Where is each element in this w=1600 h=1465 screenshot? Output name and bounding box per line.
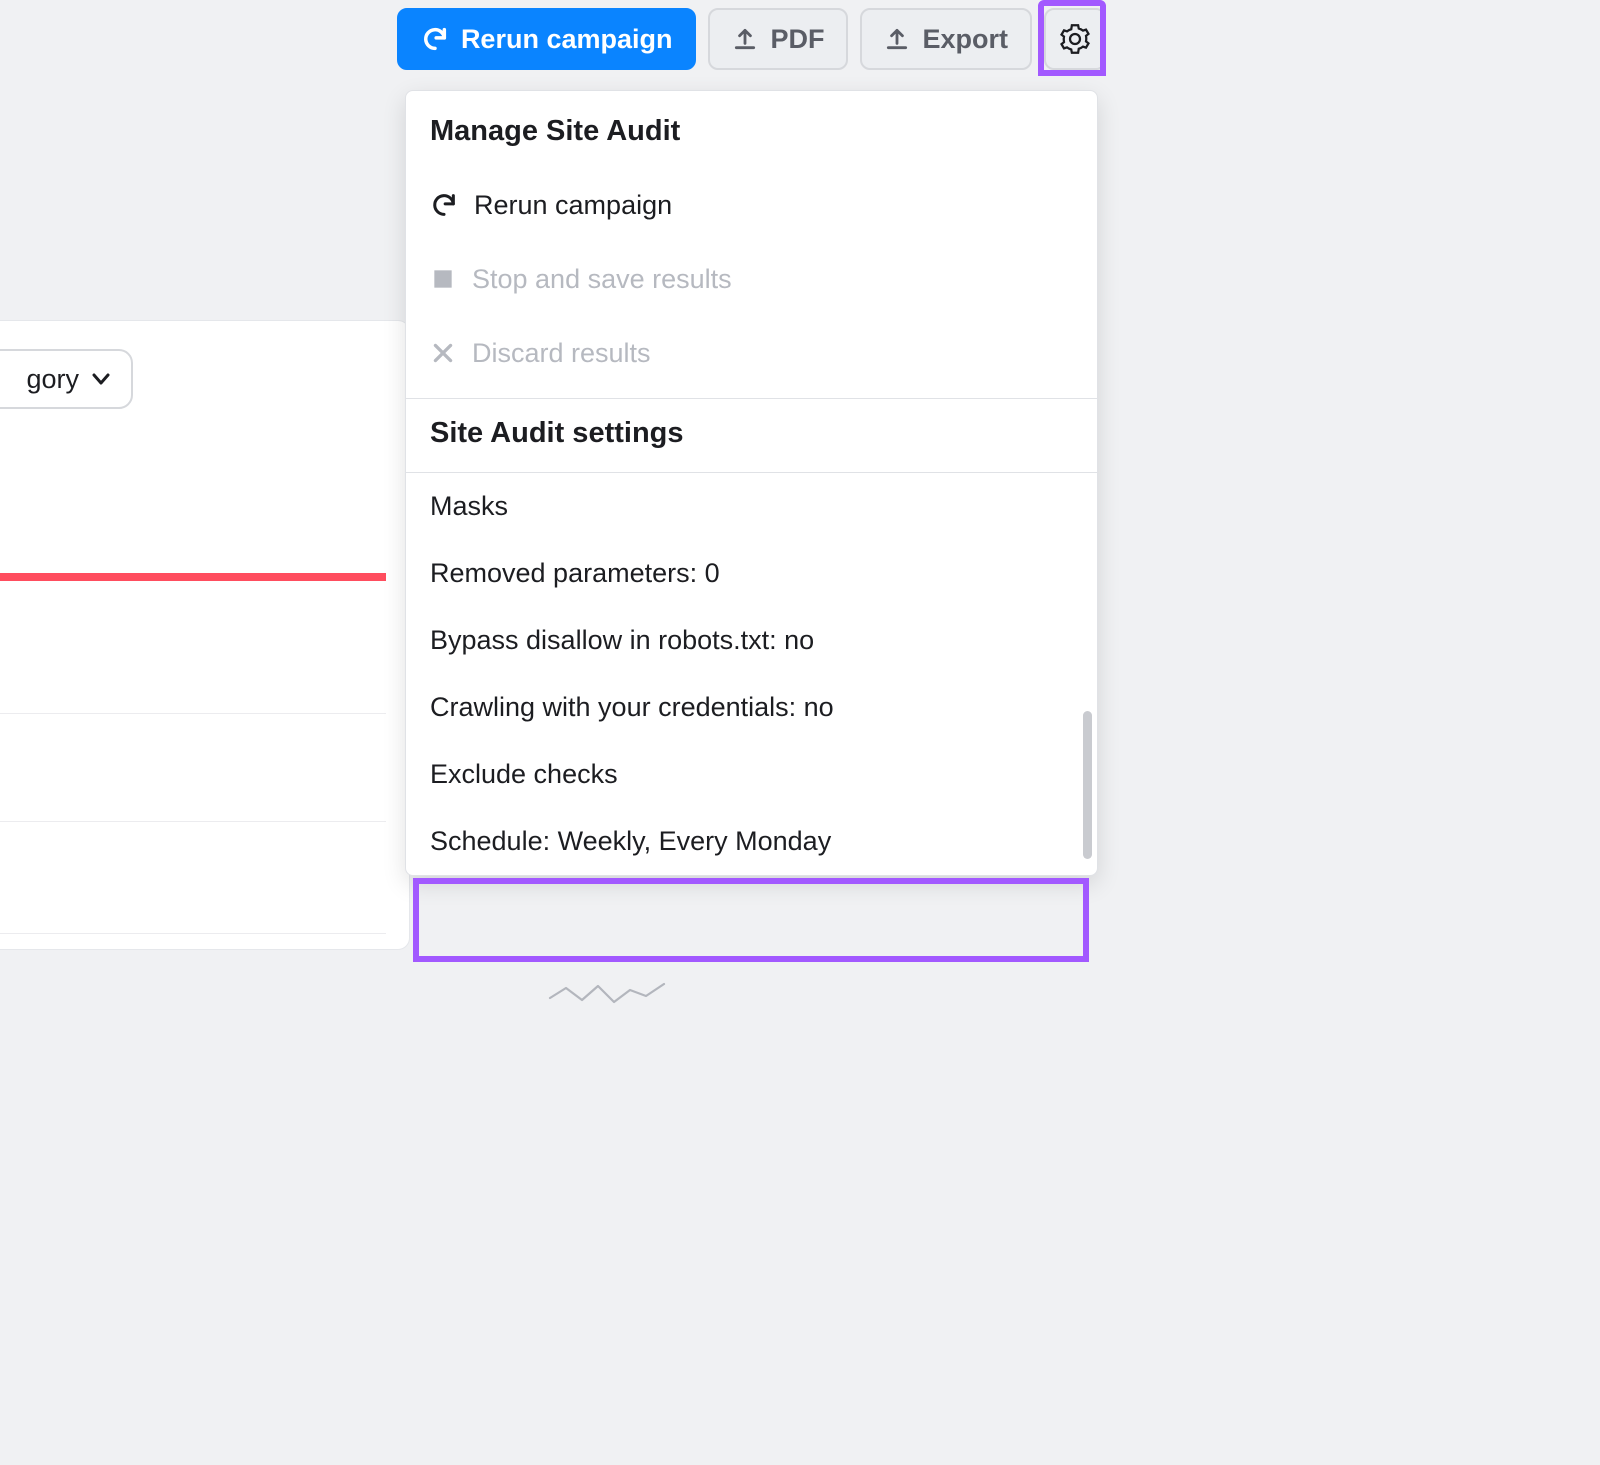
- settings-exclude-checks[interactable]: Exclude checks: [406, 741, 1097, 808]
- sparkline-icon: [548, 980, 668, 1010]
- pdf-label: PDF: [770, 24, 824, 55]
- scrollbar-thumb[interactable]: [1083, 711, 1092, 859]
- refresh-icon: [430, 191, 458, 219]
- content-panel: gory: [0, 320, 410, 950]
- toolbar: Rerun campaign PDF Export: [397, 8, 1106, 70]
- settings-removed-parameters[interactable]: Removed parameters: 0: [406, 540, 1097, 607]
- settings-masks[interactable]: Masks: [406, 473, 1097, 540]
- chevron-down-icon: [89, 367, 113, 391]
- dropdown-rerun-label: Rerun campaign: [474, 190, 672, 221]
- dropdown-discard-label: Discard results: [472, 338, 651, 369]
- settings-section-title: Site Audit settings: [406, 399, 1097, 464]
- settings-button[interactable]: [1044, 8, 1106, 70]
- rerun-campaign-label: Rerun campaign: [461, 24, 673, 55]
- settings-schedule[interactable]: Schedule: Weekly, Every Monday: [406, 808, 1097, 875]
- dropdown-rerun-campaign[interactable]: Rerun campaign: [406, 168, 1097, 242]
- settings-crawl-credentials[interactable]: Crawling with your credentials: no: [406, 674, 1097, 741]
- settings-dropdown: Manage Site Audit Rerun campaign Stop an…: [405, 90, 1098, 876]
- settings-bypass-disallow[interactable]: Bypass disallow in robots.txt: no: [406, 607, 1097, 674]
- progress-bar: [0, 573, 386, 581]
- stop-icon: [430, 266, 456, 292]
- pdf-button[interactable]: PDF: [708, 8, 848, 70]
- category-dropdown[interactable]: gory: [0, 349, 133, 409]
- row-divider: [0, 713, 386, 714]
- export-label: Export: [922, 24, 1008, 55]
- upload-icon: [884, 26, 910, 52]
- rerun-campaign-button[interactable]: Rerun campaign: [397, 8, 697, 70]
- gear-icon: [1060, 24, 1090, 54]
- dropdown-stop-label: Stop and save results: [472, 264, 732, 295]
- category-label-partial: gory: [26, 364, 79, 395]
- schedule-highlight: [413, 878, 1089, 962]
- dropdown-stop-save: Stop and save results: [406, 242, 1097, 316]
- refresh-icon: [421, 25, 449, 53]
- manage-section-title: Manage Site Audit: [406, 91, 1097, 168]
- row-divider: [0, 821, 386, 822]
- row-divider: [0, 933, 386, 934]
- close-icon: [430, 340, 456, 366]
- export-button[interactable]: Export: [860, 8, 1032, 70]
- upload-icon: [732, 26, 758, 52]
- dropdown-discard: Discard results: [406, 316, 1097, 390]
